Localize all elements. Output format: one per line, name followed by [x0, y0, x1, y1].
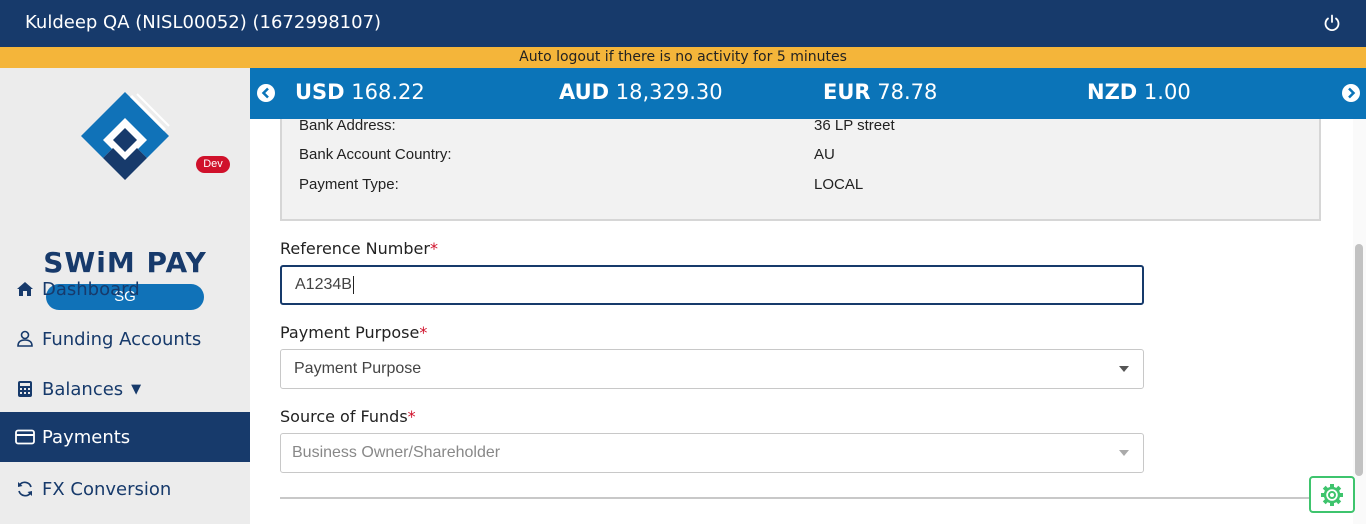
- chevron-left-icon[interactable]: [256, 83, 276, 103]
- dropdown-arrow-icon: [1119, 450, 1129, 456]
- card-icon: [15, 427, 35, 447]
- gear-icon: [1321, 483, 1343, 506]
- auto-logout-notice: Auto logout if there is no activity for …: [0, 47, 1366, 68]
- detail-value: LOCAL: [814, 176, 864, 193]
- source-of-funds-select[interactable]: Business Owner/Shareholder: [280, 433, 1144, 473]
- rate-aud: AUD 18,329.30: [559, 80, 723, 104]
- power-icon[interactable]: [1322, 13, 1342, 33]
- settings-button[interactable]: [1309, 476, 1355, 513]
- nav-label: Payments: [42, 426, 131, 448]
- calculator-icon: [15, 379, 35, 399]
- chevron-right-icon[interactable]: [1341, 83, 1361, 103]
- nav-balances[interactable]: Balances ▼: [0, 364, 250, 414]
- refresh-icon: [15, 479, 35, 499]
- scrollbar-thumb[interactable]: [1355, 244, 1363, 476]
- detail-label: Bank Account Country:: [299, 146, 452, 163]
- payment-purpose-select[interactable]: Payment Purpose: [280, 349, 1144, 389]
- user-icon: [15, 329, 35, 349]
- chevron-down-icon: ▼: [131, 381, 142, 397]
- swimpay-logo-icon: [81, 92, 170, 180]
- nav-label: Balances: [42, 378, 124, 400]
- detail-value: 36 LP street: [814, 117, 895, 134]
- detail-value: AU: [814, 146, 835, 163]
- nav-payments[interactable]: Payments: [0, 412, 250, 462]
- reference-number-label: Reference Number*: [280, 239, 438, 258]
- nav-fx-conversion[interactable]: FX Conversion: [0, 464, 250, 514]
- divider: [280, 497, 1321, 499]
- nav-label: Funding Accounts: [42, 328, 202, 350]
- rate-nzd: NZD 1.00: [1087, 80, 1191, 104]
- currency-rate-bar: USD 168.22 AUD 18,329.30 EUR 78.78 NZD 1…: [250, 68, 1366, 119]
- nav-funding-accounts[interactable]: Funding Accounts: [0, 314, 250, 364]
- detail-label: Bank Address:: [299, 117, 396, 134]
- dev-badge: Dev: [196, 156, 230, 173]
- source-of-funds-label: Source of Funds*: [280, 407, 416, 426]
- reference-number-input[interactable]: A1234B: [280, 265, 1144, 305]
- rate-eur: EUR 78.78: [823, 80, 938, 104]
- detail-label: Payment Type:: [299, 176, 399, 193]
- reference-number-value: A1234B: [295, 276, 352, 293]
- nav-label: Dashboard: [42, 278, 140, 300]
- dropdown-arrow-icon: [1119, 366, 1129, 372]
- nav-dashboard[interactable]: Dashboard: [0, 264, 250, 314]
- payment-purpose-label: Payment Purpose*: [280, 323, 428, 342]
- bank-details-panel: Bank Address: 36 LP street Bank Account …: [280, 117, 1321, 221]
- top-bar: Kuldeep QA (NISL00052) (1672998107): [0, 0, 1366, 47]
- home-icon: [15, 279, 35, 299]
- rate-usd: USD 168.22: [295, 80, 425, 104]
- payment-purpose-value: Payment Purpose: [294, 360, 422, 377]
- nav-label: FX Conversion: [42, 478, 172, 500]
- sidebar: Dev SWiM PAY SG Dashboard Funding Accoun…: [0, 68, 250, 524]
- source-of-funds-value: Business Owner/Shareholder: [292, 444, 501, 461]
- user-label: Kuldeep QA (NISL00052) (1672998107): [25, 12, 382, 33]
